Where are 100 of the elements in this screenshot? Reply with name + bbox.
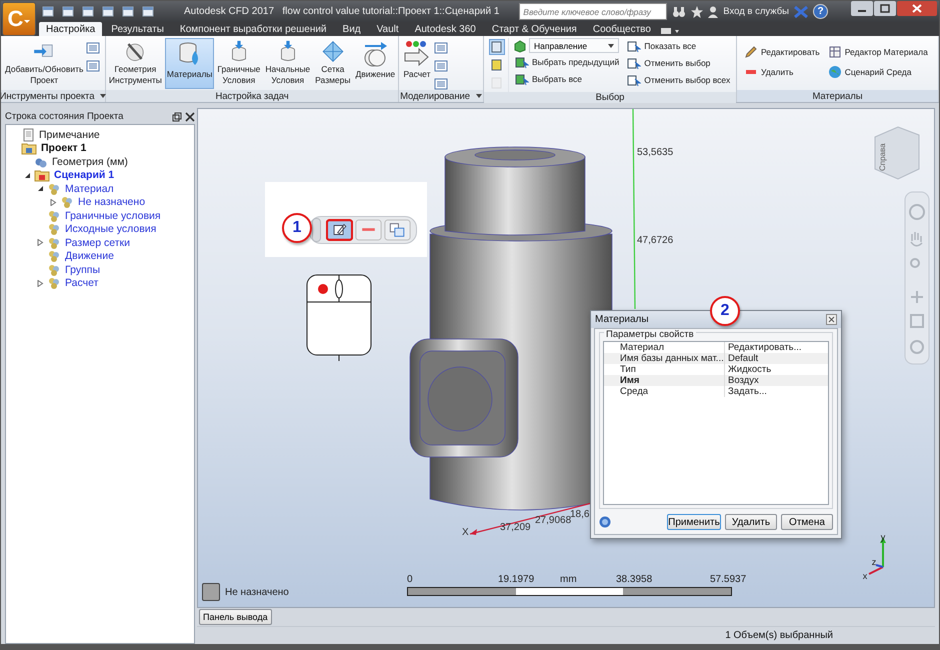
ribbon-tab[interactable]: Vault — [370, 22, 406, 36]
ribbon-tab[interactable]: Сообщество — [586, 22, 658, 36]
tree-item[interactable]: Сценарий 1 — [54, 169, 114, 182]
ribbon-button[interactable]: Материалы — [164, 38, 214, 89]
ribbon-button[interactable]: Добавить/Обновить Проект — [3, 38, 86, 89]
dimension-label: 37,209 — [500, 522, 531, 533]
property-name[interactable]: Среда — [604, 386, 725, 397]
property-value[interactable]: Задать... — [725, 386, 767, 397]
ribbon-tab[interactable]: Вид — [336, 22, 368, 36]
folder-icon — [21, 141, 37, 156]
ribbon-small-button[interactable]: Сценарий Среда — [826, 64, 930, 80]
edit-button[interactable] — [326, 219, 353, 241]
cursor-icon — [515, 55, 529, 69]
maximize-button[interactable] — [874, 1, 896, 16]
ribbon-tab[interactable]: Результаты — [104, 22, 171, 36]
property-value[interactable]: Жидкость — [725, 364, 772, 375]
list-icon[interactable] — [434, 78, 448, 90]
axis-label: X — [462, 527, 469, 538]
tree-item[interactable]: Движение — [65, 250, 114, 262]
setting-icon — [47, 249, 61, 264]
close-icon[interactable] — [826, 314, 837, 325]
sign-in-link[interactable]: Вход в службы — [723, 6, 789, 17]
toolbar-icon[interactable] — [141, 5, 155, 18]
ribbon-button[interactable]: Расчет — [401, 38, 433, 89]
ribbon-small-button[interactable]: Выбрать предыдущий — [513, 54, 622, 70]
toolbar-icon[interactable] — [41, 5, 55, 18]
panel-title: Выбор — [596, 92, 624, 103]
dialog-button[interactable]: Отмена — [781, 514, 833, 530]
table-icon — [828, 45, 842, 59]
expand-arrow-icon[interactable] — [50, 198, 57, 206]
toolbar-icon[interactable] — [121, 5, 135, 18]
dialog-button[interactable]: Удалить — [725, 514, 777, 530]
ribbon-button[interactable]: Граничные Условия — [215, 38, 262, 89]
expand-arrow-icon[interactable] — [37, 280, 44, 287]
help-icon[interactable] — [599, 516, 611, 528]
help-button[interactable]: ? — [813, 4, 828, 19]
close-icon[interactable] — [185, 112, 195, 122]
scale-label: 19.1979 — [498, 574, 534, 585]
dialog-button[interactable]: Применить — [667, 514, 721, 530]
ribbon-small-button[interactable]: Отменить выбор — [625, 55, 732, 71]
tree-item[interactable]: Размер сетки — [65, 236, 130, 249]
binoculars-icon[interactable] — [672, 6, 686, 18]
ribbon-small-button[interactable]: Отменить выбор всех — [625, 72, 732, 88]
scale-label: 38.3958 — [616, 574, 652, 585]
collapse-arrow-icon[interactable] — [37, 185, 44, 192]
star-icon[interactable] — [691, 6, 704, 18]
palette-handle[interactable] — [312, 218, 321, 242]
direction-dropdown[interactable]: Направление — [529, 38, 619, 53]
tree-item[interactable]: Группы — [65, 264, 100, 276]
tree-item[interactable]: Проект 1 — [41, 142, 86, 154]
property-value[interactable]: Редактировать... — [725, 342, 802, 353]
scale-label: 0 — [407, 574, 413, 585]
ribbon-tab[interactable]: Autodesk 360 — [408, 22, 483, 36]
ribbon-button[interactable]: Движение — [354, 38, 398, 89]
dimension-label: 18,6 — [570, 509, 590, 520]
ribbon-small-button[interactable]: Показать все — [625, 38, 732, 54]
search-field[interactable]: Введите ключевое слово/фразу — [519, 3, 668, 20]
selection-mode-button[interactable] — [489, 39, 505, 55]
cursor-icon — [627, 56, 642, 70]
property-value[interactable]: Воздух — [725, 375, 759, 386]
panel-toggle-icon[interactable] — [660, 26, 682, 36]
tree-item[interactable]: Примечание — [39, 128, 100, 141]
tree-item[interactable]: Не назначено — [78, 196, 146, 208]
user-icon[interactable] — [708, 6, 718, 18]
ribbon-button[interactable]: Начальные Условия — [263, 38, 312, 89]
tree-item[interactable]: Граничные условия — [65, 210, 161, 222]
expand-arrow-icon[interactable] — [37, 239, 44, 246]
tree-item[interactable]: Материал — [65, 182, 114, 195]
view-cube-label[interactable]: Справа — [878, 143, 887, 171]
list-icon[interactable] — [86, 42, 100, 54]
list-icon[interactable] — [434, 60, 448, 72]
restore-icon[interactable] — [172, 112, 182, 122]
property-name[interactable]: Имя базы данных мат... — [604, 353, 725, 364]
ribbon-small-button[interactable]: Удалить — [742, 64, 822, 80]
list-icon[interactable] — [434, 42, 448, 54]
list-icon[interactable] — [86, 60, 100, 72]
panel-title: Настройка задач — [215, 90, 289, 102]
ribbon-small-button[interactable]: Редактировать — [742, 44, 822, 60]
collapse-arrow-icon[interactable] — [24, 172, 31, 179]
view-button[interactable] — [384, 219, 411, 241]
ribbon-button[interactable]: Сетка Размеры — [313, 38, 352, 89]
toolbar-icon[interactable] — [81, 5, 95, 18]
toolbar-icon[interactable] — [61, 5, 75, 18]
output-panel-button[interactable]: Панель вывода — [199, 609, 272, 626]
ribbon-button[interactable]: Геометрия Инструменты — [106, 38, 164, 89]
dialog-title: Материалы — [595, 314, 649, 325]
minimize-button[interactable] — [851, 1, 873, 16]
tree-item[interactable]: Геометрия (мм) — [52, 156, 128, 168]
property-value[interactable]: Default — [725, 353, 758, 364]
close-button[interactable] — [897, 1, 937, 16]
tree-item[interactable]: Расчет — [65, 277, 98, 290]
ribbon-tab[interactable]: Старт & Обучения — [484, 22, 584, 36]
ribbon-tab[interactable]: Настройка — [39, 22, 102, 36]
ribbon-small-button[interactable]: Редактор Материала — [826, 44, 930, 60]
toolbar-icon[interactable] — [101, 5, 115, 18]
tree-item[interactable]: Исходные условия — [65, 223, 156, 236]
property-name[interactable]: Имя — [604, 375, 725, 386]
ribbon-small-button[interactable]: Выбрать все — [513, 71, 622, 87]
folder-icon — [34, 168, 50, 182]
ribbon-tab[interactable]: Компонент выработки решений — [172, 22, 334, 36]
